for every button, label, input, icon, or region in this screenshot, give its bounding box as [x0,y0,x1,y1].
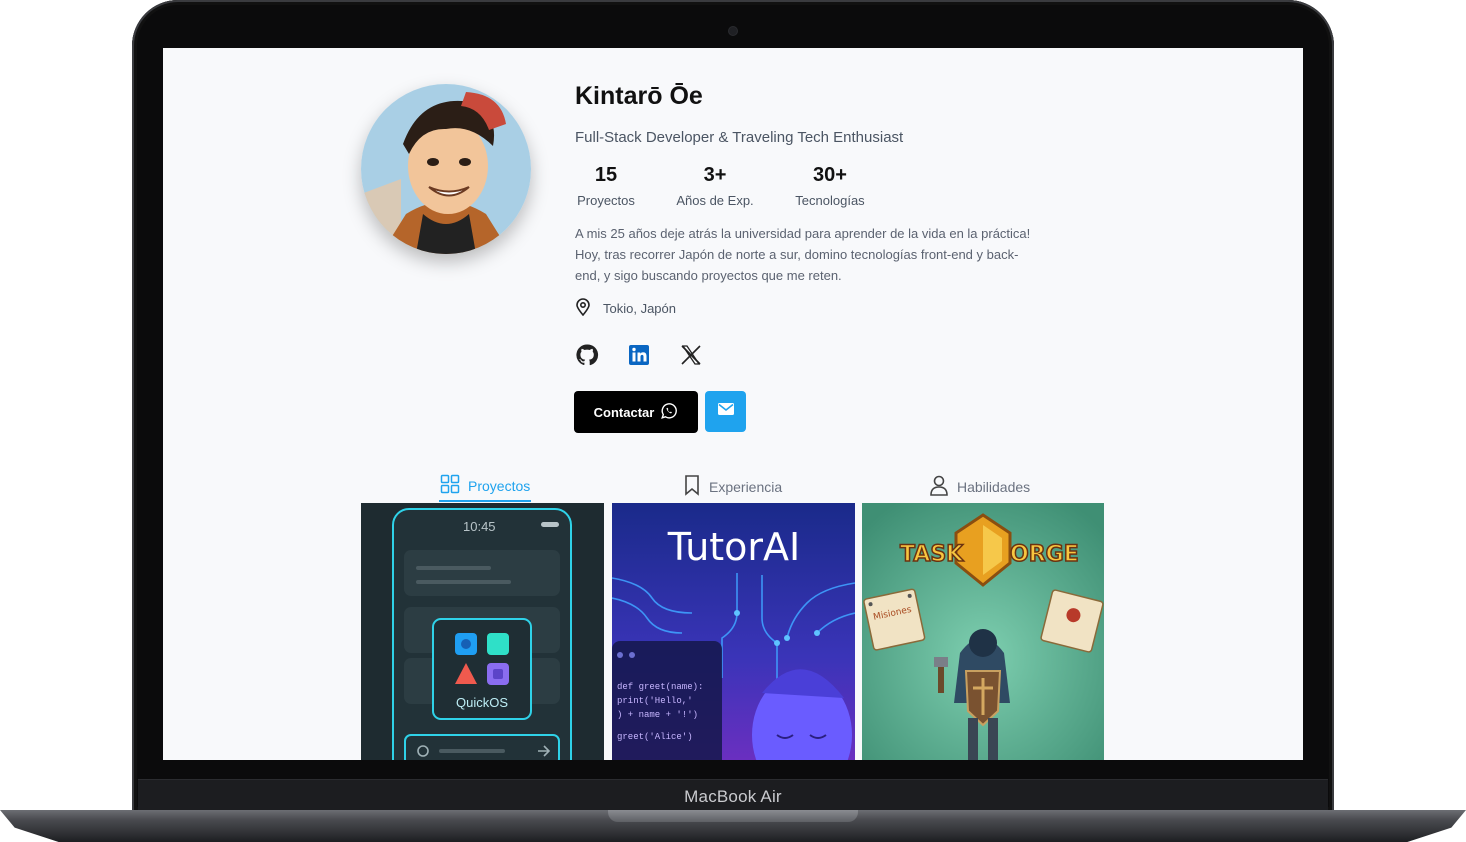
project-card-taskforge[interactable]: TASK ORGE Misiones [862,503,1104,760]
stat-technologies: 30+ Tecnologías [787,164,873,208]
tab-label: Proyectos [468,477,531,494]
whatsapp-icon [660,402,678,423]
quickos-app-name: QuickOS [456,695,508,710]
email-button[interactable] [705,391,746,432]
tab-projects[interactable]: Proyectos [440,474,530,497]
profile-title: Full-Stack Developer & Traveling Tech En… [575,129,904,146]
stat-value: 3+ [703,164,727,186]
tab-label: Experiencia [709,478,783,495]
stat-value: 30+ [813,164,847,186]
stat-experience: 3+ Años de Exp. [669,164,761,208]
tab-experience[interactable]: Experiencia [683,474,782,499]
code-line: greet('Alice') [617,732,693,742]
location: Tokio, Japón [575,298,676,319]
taskforge-title-left: TASK [900,542,964,567]
laptop-chin: MacBook Air [138,779,1328,812]
device-label: MacBook Air [684,787,782,806]
mail-icon [717,402,735,421]
stat-label: Proyectos [577,193,635,208]
github-icon[interactable] [575,342,607,368]
linkedin-icon[interactable] [627,342,659,368]
stat-projects: 15 Proyectos [575,164,637,208]
quickos-time: 10:45 [463,519,496,534]
stat-label: Tecnologías [795,193,865,208]
code-line: def greet(name): [617,682,703,692]
taskforge-title-right: ORGE [1010,542,1079,567]
tab-label: Habilidades [957,478,1031,495]
stat-value: 15 [594,164,618,186]
location-text: Tokio, Japón [603,301,676,316]
x-icon[interactable] [679,342,711,368]
bookmark-icon [683,474,701,499]
user-icon [929,474,949,499]
avatar [361,84,531,254]
profile-bio: A mis 25 años deje atrás la universidad … [575,226,1031,283]
code-line: print('Hello,' [617,696,693,706]
contact-label: Contactar [593,404,655,420]
laptop-notch [608,810,858,822]
webcam [729,27,737,35]
project-card-quickos[interactable]: 10:45 QuickOS [361,503,604,760]
stat-label: Años de Exp. [676,193,754,208]
social-links [575,342,711,368]
tutorai-title: TutorAI [667,525,801,569]
profile-name: Kintarō Ōe [575,82,703,110]
tab-skills[interactable]: Habilidades [929,474,1030,499]
project-card-tutorai[interactable]: def greet(name): print('Hello,' ) + name… [612,503,855,760]
code-line: ) + name + '!') [617,710,698,720]
grid-icon [440,474,460,497]
contact-button[interactable]: Contactar [574,391,698,433]
active-tab-indicator [439,500,531,502]
map-pin-icon [575,298,591,319]
screen: Kintarō Ōe Full-Stack Developer & Travel… [163,48,1303,760]
